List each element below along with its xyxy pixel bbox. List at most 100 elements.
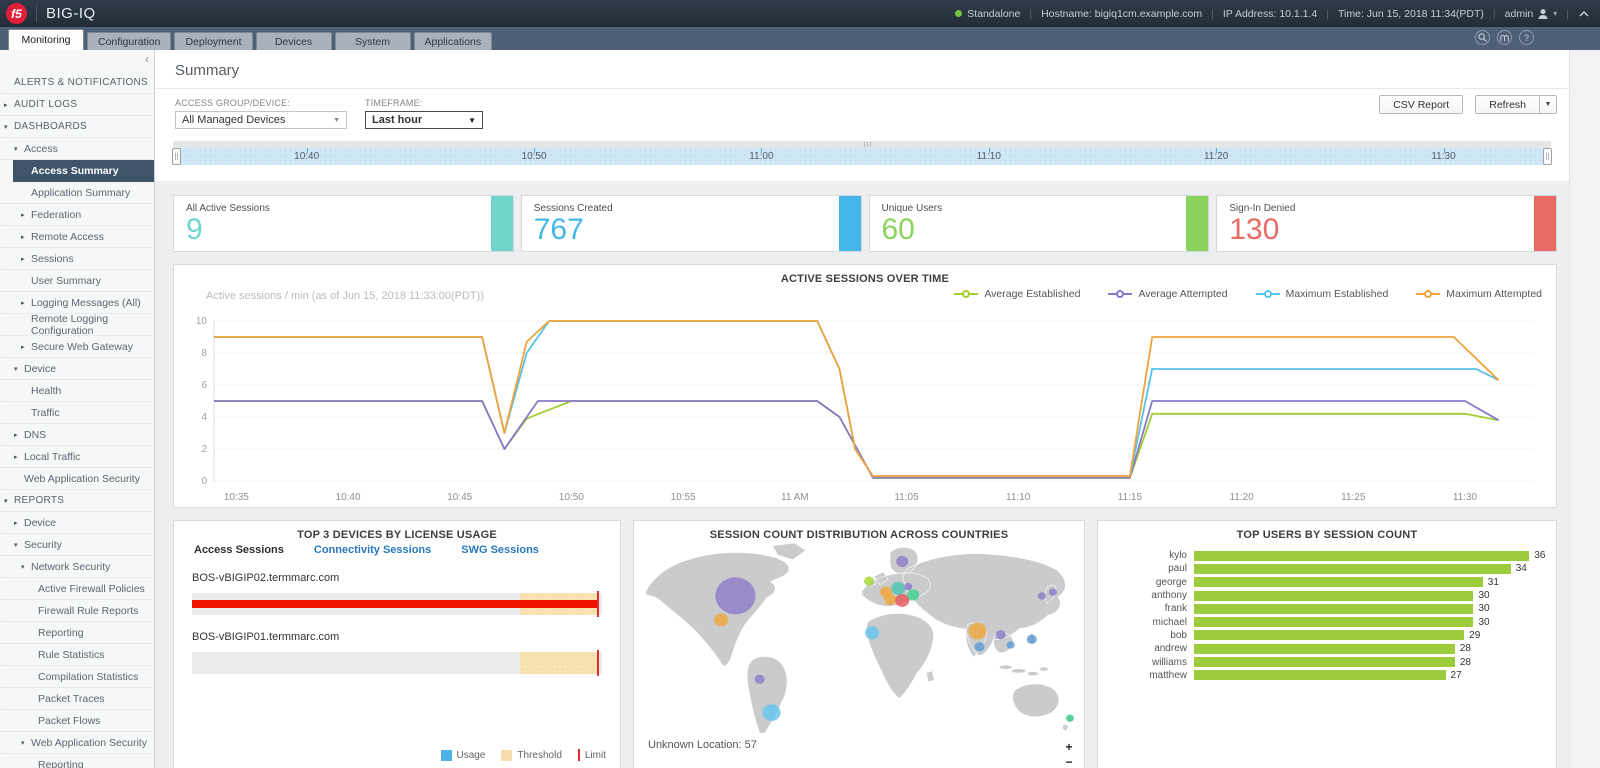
tab-system[interactable]: System bbox=[335, 32, 411, 50]
sidebar-item-label: User Summary bbox=[31, 275, 101, 287]
legend-item-average-established: Average Established bbox=[954, 288, 1080, 300]
help-icon[interactable]: ? bbox=[1519, 30, 1534, 45]
tab-applications[interactable]: Applications bbox=[414, 32, 493, 50]
sidebar-item-active-firewall-policies[interactable]: Active Firewall Policies bbox=[0, 578, 154, 600]
search-icon[interactable] bbox=[1475, 30, 1490, 45]
sidebar-item-remote-access[interactable]: ▸Remote Access bbox=[0, 226, 154, 248]
sidebar-item-rule-statistics[interactable]: Rule Statistics bbox=[0, 644, 154, 666]
session-count-bubble[interactable] bbox=[714, 613, 728, 626]
timeframe-value: Last hour bbox=[372, 114, 422, 126]
slider-handle-left[interactable] bbox=[172, 148, 181, 165]
sidebar-item-local-traffic[interactable]: ▸Local Traffic bbox=[0, 446, 154, 468]
session-count-bubble[interactable] bbox=[1038, 592, 1046, 599]
scrollbar-gutter[interactable] bbox=[1569, 50, 1600, 768]
session-count-bubble[interactable] bbox=[907, 589, 919, 600]
user-name-label: matthew bbox=[1106, 670, 1194, 681]
session-count-bubble[interactable] bbox=[865, 626, 879, 639]
sidebar-item-reports[interactable]: ▾REPORTS bbox=[0, 490, 154, 512]
session-count-bubble[interactable] bbox=[895, 594, 909, 607]
time-range-slider[interactable]: 10:4010:5011:0011:1011:2011:30 bbox=[173, 141, 1551, 167]
session-count-bubble[interactable] bbox=[968, 623, 986, 640]
sidebar-item-packet-flows[interactable]: Packet Flows bbox=[0, 710, 154, 732]
slider-tick-label: 11:00 bbox=[749, 151, 773, 162]
sidebar-item-label: Sessions bbox=[31, 253, 74, 265]
session-count-bubble[interactable] bbox=[975, 642, 985, 651]
slider-selected-range[interactable]: 10:4010:5011:0011:1011:2011:30 bbox=[173, 148, 1551, 165]
map-zoom-in-button[interactable]: + bbox=[1062, 741, 1076, 754]
sidebar-item-reporting[interactable]: Reporting bbox=[0, 754, 154, 768]
legend-label: Limit bbox=[585, 750, 606, 761]
license-usage-bar bbox=[192, 652, 602, 674]
sidebar-item-web-application-security[interactable]: Web Application Security bbox=[0, 468, 154, 490]
session-count-bubble[interactable] bbox=[884, 594, 896, 605]
sidebar-item-health[interactable]: Health bbox=[0, 380, 154, 402]
license-tab-access-sessions[interactable]: Access Sessions bbox=[194, 544, 284, 556]
svg-text:10:55: 10:55 bbox=[671, 492, 696, 503]
main-content: Summary ACCESS GROUP/DEVICE: All Managed… bbox=[155, 50, 1569, 768]
sidebar-item-device[interactable]: ▸Device bbox=[0, 512, 154, 534]
sidebar-item-secure-web-gateway[interactable]: ▸Secure Web Gateway bbox=[0, 336, 154, 358]
sidebar-item-compilation-statistics[interactable]: Compilation Statistics bbox=[0, 666, 154, 688]
access-group-select[interactable]: All Managed Devices ▼ bbox=[175, 111, 347, 129]
user-name-label: frank bbox=[1106, 603, 1194, 614]
session-count-bubble[interactable] bbox=[1049, 588, 1057, 595]
session-count-bubble[interactable] bbox=[715, 577, 755, 614]
session-count-bubble[interactable] bbox=[896, 556, 908, 567]
sidebar-item-label: Secure Web Gateway bbox=[31, 341, 133, 353]
refresh-options-caret[interactable]: ▼ bbox=[1540, 95, 1557, 114]
session-count-bubble[interactable] bbox=[755, 675, 765, 684]
sidebar-item-access-summary[interactable]: Access Summary bbox=[13, 160, 154, 182]
license-tab-connectivity-sessions[interactable]: Connectivity Sessions bbox=[314, 544, 431, 556]
timeframe-label: TIMEFRAME: bbox=[365, 98, 483, 108]
session-count-bubble[interactable] bbox=[891, 582, 905, 595]
session-count-bubble[interactable] bbox=[904, 583, 912, 590]
session-count-bubble[interactable] bbox=[763, 704, 781, 721]
tab-deployment[interactable]: Deployment bbox=[174, 32, 252, 50]
session-count-bubble[interactable] bbox=[1007, 641, 1015, 648]
tab-monitoring[interactable]: Monitoring bbox=[8, 29, 84, 50]
sidebar-item-alerts-notifications[interactable]: ALERTS & NOTIFICATIONS bbox=[0, 72, 154, 94]
sidebar-item-security[interactable]: ▾Security bbox=[0, 534, 154, 556]
map-zoom-out-button[interactable]: − bbox=[1062, 756, 1076, 768]
sidebar-item-firewall-rule-reports[interactable]: Firewall Rule Reports bbox=[0, 600, 154, 622]
session-count-bubble[interactable] bbox=[996, 630, 1006, 639]
sidebar-item-dns[interactable]: ▸DNS bbox=[0, 424, 154, 446]
sidebar-item-audit-logs[interactable]: ▸AUDIT LOGS bbox=[0, 94, 154, 116]
session-count-bubble[interactable] bbox=[1027, 635, 1037, 644]
sidebar-item-sessions[interactable]: ▸Sessions bbox=[0, 248, 154, 270]
sidebar-item-remote-logging-configuration[interactable]: Remote Logging Configuration bbox=[0, 314, 154, 336]
sidebar-item-device[interactable]: ▾Device bbox=[0, 358, 154, 380]
slider-rail[interactable] bbox=[173, 141, 1551, 148]
sidebar-item-dashboards[interactable]: ▾DASHBOARDS bbox=[0, 116, 154, 138]
tab-configuration[interactable]: Configuration bbox=[87, 32, 171, 50]
svg-text:10:35: 10:35 bbox=[224, 492, 249, 503]
collapse-topbar-icon[interactable] bbox=[1578, 10, 1590, 18]
user-session-bar bbox=[1194, 644, 1455, 654]
docs-icon[interactable] bbox=[1497, 30, 1512, 45]
timeframe-select[interactable]: Last hour ▼ bbox=[365, 111, 483, 129]
user-session-bar bbox=[1194, 617, 1473, 627]
user-menu[interactable]: admin ▾ bbox=[1505, 8, 1558, 20]
sidebar-collapse-icon[interactable]: ‹ bbox=[145, 54, 149, 64]
sidebar-item-logging-messages-all[interactable]: ▸Logging Messages (All) bbox=[0, 292, 154, 314]
sidebar-item-label: Security bbox=[24, 539, 62, 551]
license-tab-swg-sessions[interactable]: SWG Sessions bbox=[461, 544, 539, 556]
sidebar-item-traffic[interactable]: Traffic bbox=[0, 402, 154, 424]
csv-report-button[interactable]: CSV Report bbox=[1379, 95, 1463, 114]
chevron-down-icon: ▾ bbox=[14, 541, 24, 549]
sidebar-item-packet-traces[interactable]: Packet Traces bbox=[0, 688, 154, 710]
sidebar-item-application-summary[interactable]: Application Summary bbox=[0, 182, 154, 204]
sidebar-item-label: DASHBOARDS bbox=[14, 121, 87, 132]
refresh-button[interactable]: Refresh bbox=[1475, 95, 1540, 114]
slider-grip-handle[interactable] bbox=[862, 142, 874, 147]
session-count-bubble[interactable] bbox=[864, 576, 874, 585]
session-count-bubble[interactable] bbox=[1066, 714, 1074, 721]
tab-devices[interactable]: Devices bbox=[256, 32, 332, 50]
slider-handle-right[interactable] bbox=[1543, 148, 1552, 165]
sidebar-item-access[interactable]: ▾Access bbox=[0, 138, 154, 160]
sidebar-item-web-application-security[interactable]: ▾Web Application Security bbox=[0, 732, 154, 754]
sidebar-item-network-security[interactable]: ▾Network Security bbox=[0, 556, 154, 578]
sidebar-item-reporting[interactable]: Reporting bbox=[0, 622, 154, 644]
sidebar-item-federation[interactable]: ▸Federation bbox=[0, 204, 154, 226]
sidebar-item-user-summary[interactable]: User Summary bbox=[0, 270, 154, 292]
